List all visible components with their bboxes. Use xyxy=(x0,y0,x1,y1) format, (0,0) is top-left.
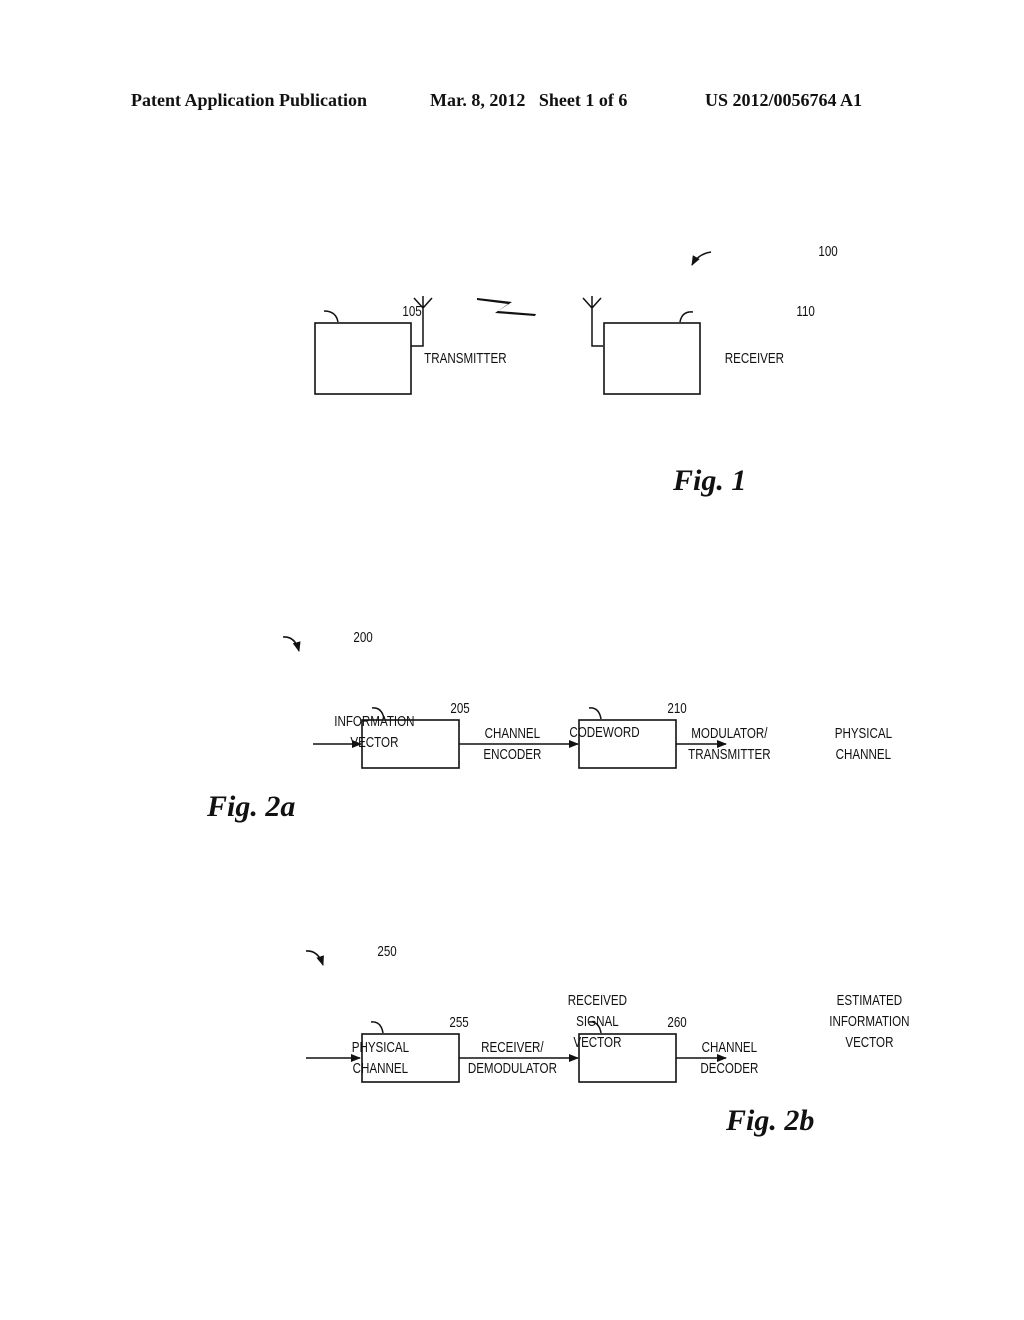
mid-label-line1: RECEIVED xyxy=(568,992,627,1009)
receiver-demod-line1: RECEIVER/ xyxy=(481,1039,544,1056)
output-label-line1: ESTIMATED xyxy=(837,992,902,1009)
ref-255: 255 xyxy=(449,1014,468,1031)
channel-encoder-line2: ENCODER xyxy=(483,746,541,763)
transmitter-label: TRANSMITTER xyxy=(424,350,506,367)
fig1: 100 105 TRANSMITTER RECEIVER 110 Fig. 1 xyxy=(314,243,838,497)
ref-210-leader xyxy=(588,707,602,720)
output-label-line1: PHYSICAL xyxy=(835,725,892,742)
ref-110: 110 xyxy=(796,303,814,320)
patent-drawing: 100 105 TRANSMITTER RECEIVER 110 Fig. 1 … xyxy=(206,243,910,1137)
ref-210: 210 xyxy=(667,700,686,717)
ref-255-leader xyxy=(370,1021,384,1034)
wireless-link-icon xyxy=(477,298,536,316)
transmitter-block xyxy=(314,322,412,395)
input-label-line1: INFORMATION xyxy=(334,713,414,730)
ref-260: 260 xyxy=(667,1014,686,1031)
modulator-line2: TRANSMITTER xyxy=(688,746,770,763)
fig2a-caption: Fig. 2a xyxy=(206,790,295,823)
ref-110-leader xyxy=(679,311,694,323)
modulator-line1: MODULATOR/ xyxy=(691,725,768,742)
input-label-line2: VECTOR xyxy=(350,734,398,751)
decoder-line1: CHANNEL xyxy=(702,1039,757,1056)
fig2a: 200 INFORMATION VECTOR 205 CHANNEL ENCOD… xyxy=(206,629,892,823)
channel-encoder-line1: CHANNEL xyxy=(485,725,540,742)
receiver-block xyxy=(603,322,701,395)
codeword-label: CODEWORD xyxy=(569,724,639,741)
output-label-line2: INFORMATION xyxy=(829,1013,909,1030)
receiver-antenna-icon xyxy=(582,296,603,347)
ref-205: 205 xyxy=(450,700,469,717)
ref-105: 105 xyxy=(402,303,421,320)
receiver-demod-line2: DEMODULATOR xyxy=(468,1060,557,1077)
fig2b: 250 PHYSICAL CHANNEL 255 RECEIVER/ DEMOD… xyxy=(305,943,910,1137)
input-label-line1: PHYSICAL xyxy=(352,1039,409,1056)
output-label-line2: CHANNEL xyxy=(836,746,891,763)
ref-100: 100 xyxy=(818,243,837,260)
fig1-caption: Fig. 1 xyxy=(672,464,746,497)
mid-label-line3: VECTOR xyxy=(573,1034,621,1051)
output-label-line3: VECTOR xyxy=(845,1034,893,1051)
ref-200: 200 xyxy=(353,629,372,646)
ref-250: 250 xyxy=(377,943,396,960)
ref-100-arrow xyxy=(691,251,712,266)
input-label-line2: CHANNEL xyxy=(353,1060,408,1077)
fig2b-caption: Fig. 2b xyxy=(725,1104,814,1137)
ref-200-arrow xyxy=(282,636,301,652)
mid-label-line2: SIGNAL xyxy=(576,1013,619,1030)
ref-250-arrow xyxy=(305,950,324,966)
receiver-label: RECEIVER xyxy=(725,350,784,367)
ref-105-leader xyxy=(323,310,339,323)
decoder-line2: DECODER xyxy=(700,1060,758,1077)
